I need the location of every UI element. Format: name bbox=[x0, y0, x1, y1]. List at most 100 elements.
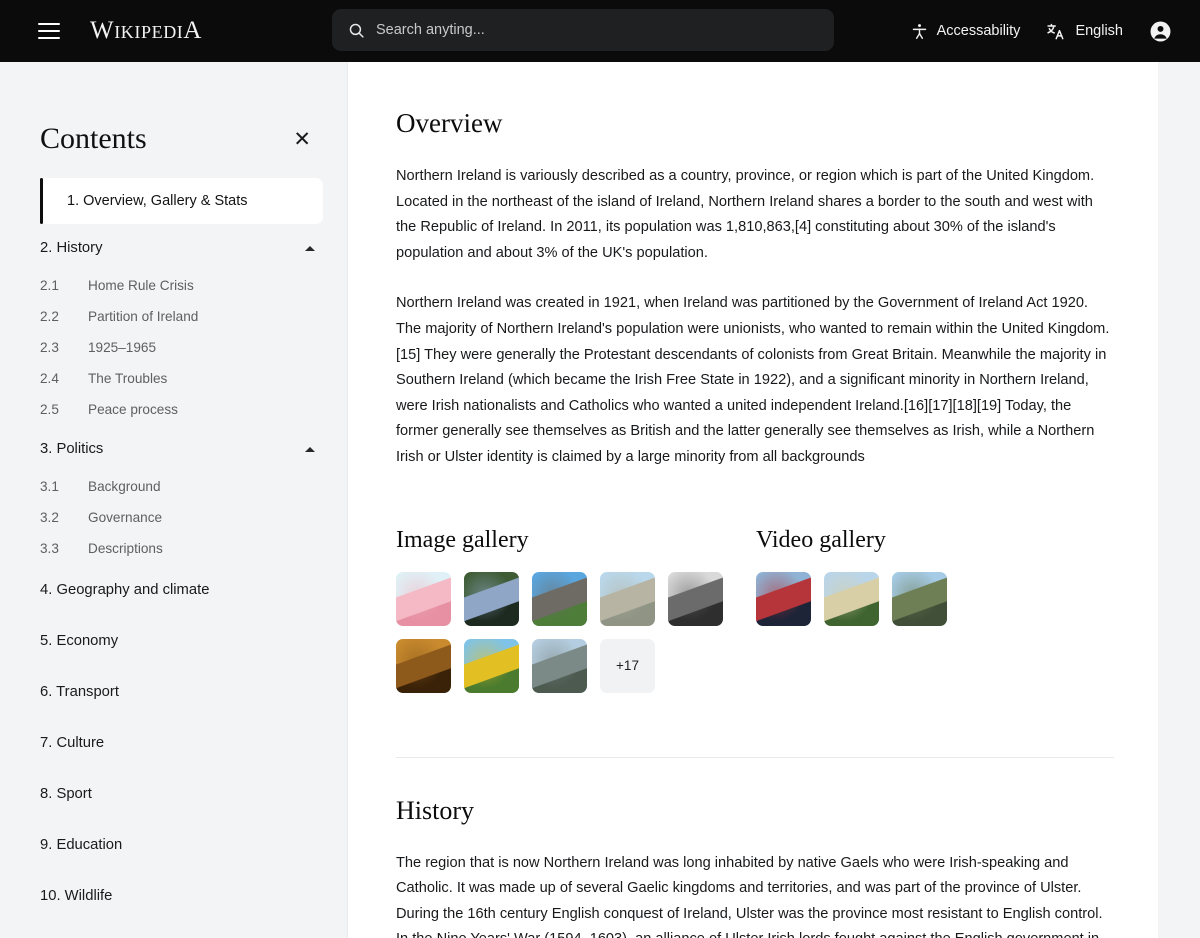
thumbnail-historic-crowd-bw[interactable] bbox=[668, 571, 723, 626]
thumbnail-mussenden-temple[interactable] bbox=[600, 571, 655, 626]
thumbnail-harland-wolff-cranes[interactable] bbox=[464, 638, 519, 693]
thumbnail-overlay bbox=[892, 571, 947, 626]
history-paragraph: The region that is now Northern Ireland … bbox=[396, 854, 1103, 938]
sidebar-subitem-number: 2.1 bbox=[40, 278, 59, 293]
sidebar-section-0[interactable]: 2. History bbox=[40, 224, 315, 270]
thumbnail-overlay bbox=[464, 571, 519, 626]
sidebar-section-label: 8. Sport bbox=[40, 786, 92, 802]
thumbnail-overlay bbox=[464, 638, 519, 693]
chevron-up-icon[interactable] bbox=[305, 446, 315, 452]
sidebar-section-label: 2. History bbox=[40, 240, 103, 256]
thumbnail-orange-order-parade[interactable] bbox=[756, 571, 811, 626]
thumbnail-overlay bbox=[396, 571, 451, 626]
account-circle-icon bbox=[1150, 21, 1171, 41]
thumbnail-scrabo-tower[interactable] bbox=[532, 571, 587, 626]
top-bar-actions: Accessability English bbox=[911, 0, 1172, 62]
thumbnail-city-skyline-road[interactable] bbox=[532, 638, 587, 693]
video-gallery-title: Video gallery bbox=[756, 526, 886, 553]
top-navigation-bar: WIKIPEDIA Accessability English bbox=[0, 0, 1200, 62]
thumbnail-overlay bbox=[824, 571, 879, 626]
sidebar-subitem-number: 2.4 bbox=[40, 371, 59, 386]
sidebar-header: Contents ✕ bbox=[0, 62, 347, 156]
sidebar-subitem-0-4[interactable]: 2.5 Peace process bbox=[40, 394, 347, 425]
sidebar-subitem-label: 1925–1965 bbox=[88, 340, 157, 355]
thumbnail-overlay bbox=[600, 571, 655, 626]
sidebar-section-7[interactable]: 9. Education bbox=[40, 819, 315, 870]
chevron-up-icon[interactable] bbox=[305, 245, 315, 251]
thumbnail-overlay bbox=[668, 571, 723, 626]
sidebar-subitem-number: 2.3 bbox=[40, 340, 59, 355]
sidebar-section-label: 9. Education bbox=[40, 837, 123, 853]
sidebar-subitem-label: The Troubles bbox=[88, 371, 168, 386]
sidebar-subitem-label: Home Rule Crisis bbox=[88, 278, 194, 293]
sidebar-subitem-0-0[interactable]: 2.1 Home Rule Crisis bbox=[40, 270, 347, 301]
page-title: Overview bbox=[396, 108, 503, 138]
sidebar-section-1[interactable]: 3. Politics bbox=[40, 425, 315, 471]
history-heading: History bbox=[396, 795, 474, 825]
sidebar-subitem-number: 3.2 bbox=[40, 510, 59, 525]
image-thumbnail-grid: +17 bbox=[396, 571, 756, 693]
sidebar-section-8[interactable]: 10. Wildlife bbox=[40, 870, 315, 921]
article-content: Overview Northern Ireland is variously d… bbox=[348, 62, 1158, 938]
sidebar-subitem-0-3[interactable]: 2.4 The Troubles bbox=[40, 363, 347, 394]
sidebar-subitem-number: 2.2 bbox=[40, 309, 59, 324]
sidebar-section-2[interactable]: 4. Geography and climate bbox=[40, 564, 315, 615]
thumbnail-map-of-northern-ireland[interactable] bbox=[396, 571, 451, 626]
accessibility-icon bbox=[912, 23, 926, 39]
sidebar-subitem-0-2[interactable]: 2.3 1925–1965 bbox=[40, 332, 347, 363]
sidebar-subitem-label: Background bbox=[88, 479, 161, 494]
page-body: Contents ✕ 1. Overview, Gallery & Stats … bbox=[0, 62, 1200, 938]
thumbnail-overlay bbox=[756, 571, 811, 626]
sidebar-section-label: 6. Transport bbox=[40, 684, 119, 700]
sidebar-subitem-label: Peace process bbox=[88, 402, 178, 417]
translate-icon bbox=[1047, 23, 1064, 39]
sidebar-item-overview[interactable]: 1. Overview, Gallery & Stats bbox=[40, 178, 323, 224]
thumbnail-overlay bbox=[532, 638, 587, 693]
sidebar-subitem-label: Partition of Ireland bbox=[88, 309, 199, 324]
search-bar[interactable] bbox=[332, 9, 834, 51]
sidebar-section-6[interactable]: 8. Sport bbox=[40, 768, 315, 819]
accessibility-label: Accessability bbox=[936, 23, 1021, 39]
image-gallery-title: Image gallery bbox=[396, 526, 529, 553]
search-icon bbox=[349, 23, 364, 38]
account-button[interactable] bbox=[1149, 20, 1172, 43]
accessibility-button[interactable]: Accessability bbox=[911, 22, 1021, 41]
sidebar-section-label: 5. Economy bbox=[40, 633, 119, 649]
sidebar-subitem-0-1[interactable]: 2.2 Partition of Ireland bbox=[40, 301, 347, 332]
table-of-contents: 1. Overview, Gallery & Stats 2. History 2… bbox=[0, 178, 347, 938]
search-input[interactable] bbox=[376, 22, 776, 38]
sidebar-subitem-1-1[interactable]: 3.2 Governance bbox=[40, 502, 347, 533]
contents-sidebar: Contents ✕ 1. Overview, Gallery & Stats … bbox=[0, 62, 348, 938]
thumbnail-overlay bbox=[532, 571, 587, 626]
sidebar-subitem-1-2[interactable]: 3.3 Descriptions bbox=[40, 533, 347, 564]
thumbnail-stormont-parliament-buildings[interactable] bbox=[824, 571, 879, 626]
language-label: English bbox=[1075, 23, 1123, 39]
overview-paragraph-2: Northern Ireland was created in 1921, wh… bbox=[396, 295, 1110, 465]
section-divider bbox=[396, 756, 1114, 758]
sidebar-section-3[interactable]: 5. Economy bbox=[40, 615, 315, 666]
overview-paragraph-1: Northern Ireland is variously described … bbox=[396, 168, 1095, 261]
wikipedia-logo[interactable]: WIKIPEDIA bbox=[90, 17, 202, 45]
sidebar-section-label: 10. Wildlife bbox=[40, 888, 113, 904]
image-gallery-more-button[interactable]: +17 bbox=[600, 638, 655, 693]
sidebar-section-label: 3. Politics bbox=[40, 441, 104, 457]
hamburger-menu-icon[interactable] bbox=[38, 23, 60, 39]
sidebar-section-4[interactable]: 6. Transport bbox=[40, 666, 315, 717]
sidebar-section-9[interactable]: 11. Media and communications bbox=[40, 921, 315, 938]
language-selector[interactable]: English bbox=[1046, 22, 1123, 41]
sidebar-subitem-number: 2.5 bbox=[40, 402, 59, 417]
sidebar-subitem-1-0[interactable]: 3.1 Background bbox=[40, 471, 347, 502]
image-gallery: Image gallery +17 bbox=[396, 527, 756, 693]
video-thumbnail-row bbox=[756, 571, 1056, 626]
sidebar-title: Contents bbox=[40, 122, 147, 155]
thumbnail-mourne-mountains-stream[interactable] bbox=[892, 571, 947, 626]
video-gallery: Video gallery bbox=[756, 527, 1056, 693]
sidebar-subitem-label: Descriptions bbox=[88, 541, 163, 556]
sidebar-section-5[interactable]: 7. Culture bbox=[40, 717, 315, 768]
close-icon[interactable]: ✕ bbox=[289, 125, 315, 154]
thumbnail-overlay bbox=[396, 638, 451, 693]
sidebar-subitem-label: Governance bbox=[88, 510, 163, 525]
thumbnail-golden-sunset-water[interactable] bbox=[396, 638, 451, 693]
thumbnail-train-at-station[interactable] bbox=[464, 571, 519, 626]
galleries-row: Image gallery +17 Video gallery bbox=[396, 527, 1114, 693]
